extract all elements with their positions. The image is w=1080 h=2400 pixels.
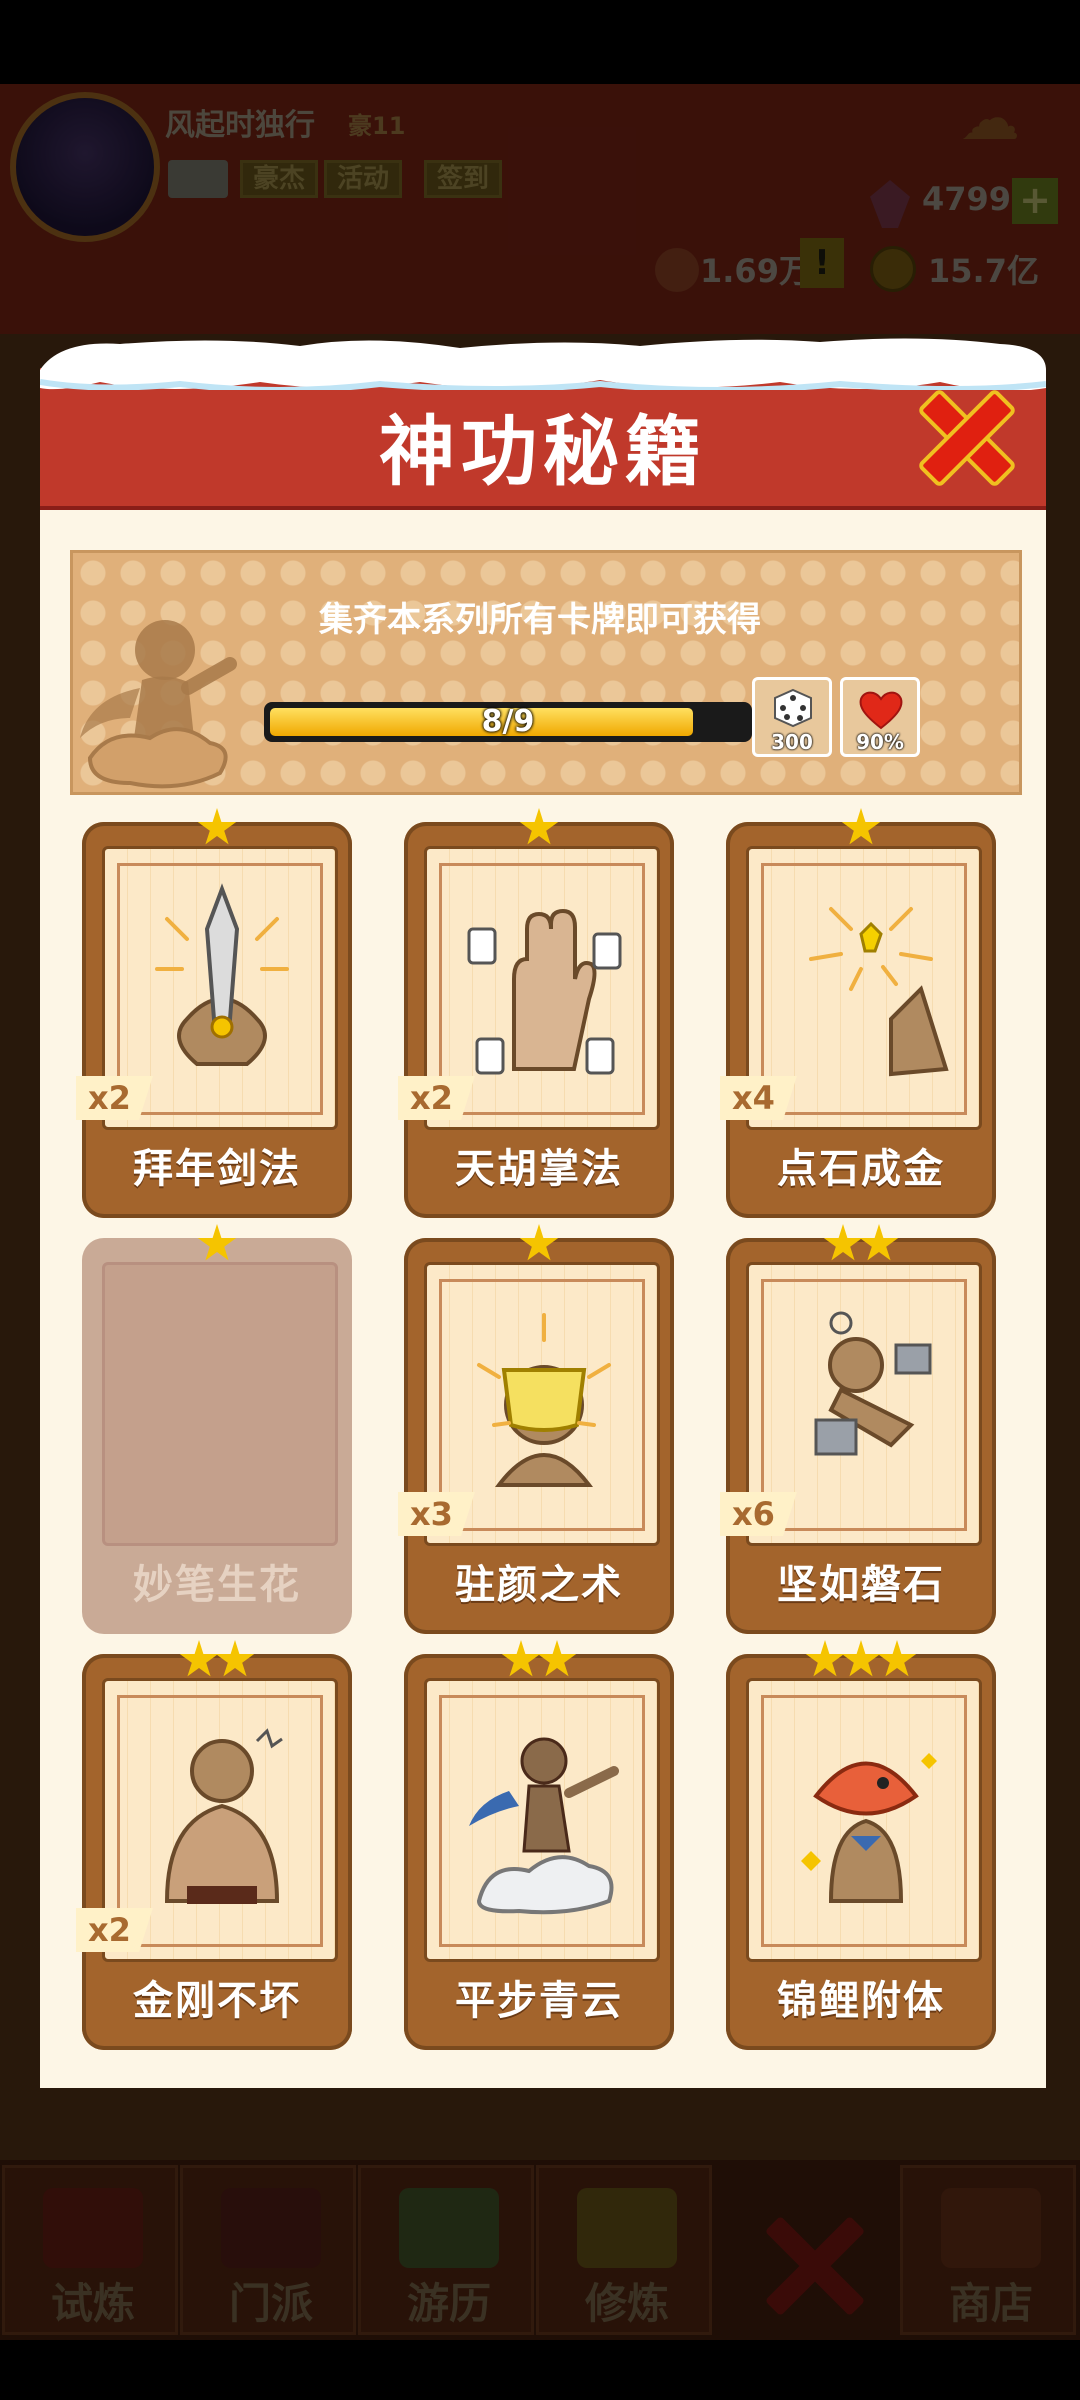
skill-card-1[interactable]: x2 拜年剑法 bbox=[76, 808, 352, 1218]
card-stars bbox=[82, 808, 352, 854]
close-button[interactable] bbox=[918, 388, 1008, 478]
palm-icon bbox=[467, 908, 622, 1075]
reward-value: 300 bbox=[771, 730, 813, 754]
star-icon bbox=[519, 808, 559, 845]
star-icon bbox=[537, 1640, 577, 1677]
muscle-icon bbox=[164, 1728, 283, 1904]
skill-card-4[interactable]: 妙笔生花 bbox=[82, 1224, 352, 1634]
sword-icon bbox=[155, 883, 289, 1066]
card-stars bbox=[726, 1224, 996, 1270]
card-name: 坚如磐石 bbox=[777, 1562, 945, 1608]
banner-figure-icon bbox=[80, 620, 237, 789]
collection-progress-bar: 8/9 bbox=[264, 702, 752, 742]
status-bar bbox=[0, 0, 1080, 84]
card-name: 妙笔生花 bbox=[133, 1562, 301, 1608]
skill-card-6[interactable]: x6 坚如磐石 bbox=[720, 1224, 996, 1634]
card-stars bbox=[404, 1640, 674, 1686]
star-icon bbox=[215, 1640, 255, 1677]
card-art-panel bbox=[424, 1678, 660, 1962]
modal-title: 神功秘籍 bbox=[379, 407, 707, 496]
card-name: 点石成金 bbox=[777, 1146, 945, 1192]
card-art-panel bbox=[102, 1262, 338, 1546]
gold-finger-icon bbox=[809, 907, 949, 1077]
mask-icon bbox=[477, 1313, 611, 1487]
star-icon bbox=[179, 1640, 219, 1677]
card-name: 金刚不坏 bbox=[133, 1978, 301, 2024]
card-name: 天胡掌法 bbox=[455, 1146, 623, 1192]
snow-decoration bbox=[40, 338, 1046, 390]
card-stars bbox=[726, 1640, 996, 1686]
card-art-panel bbox=[746, 1678, 982, 1962]
card-collection-modal: 神功秘籍 集齐本系列所有卡牌即可获得 8/9 300 90% x2 拜年剑法 x… bbox=[40, 330, 1046, 2088]
reward-value: 90% bbox=[856, 730, 904, 754]
card-stars bbox=[404, 808, 674, 854]
star-icon bbox=[841, 808, 881, 845]
koi-head-icon bbox=[801, 1753, 937, 1903]
card-name: 驻颜之术 bbox=[455, 1562, 623, 1608]
star-icon bbox=[841, 1640, 881, 1677]
star-icon bbox=[877, 1640, 917, 1677]
star-icon bbox=[823, 1224, 863, 1261]
banner-description: 集齐本系列所有卡牌即可获得 bbox=[319, 600, 761, 640]
reward-heart[interactable]: 90% bbox=[840, 677, 920, 757]
star-icon bbox=[519, 1224, 559, 1261]
card-stars bbox=[404, 1224, 674, 1270]
card-name: 平步青云 bbox=[455, 1978, 623, 2024]
star-icon bbox=[197, 1224, 237, 1261]
heart-icon bbox=[859, 691, 903, 730]
skill-card-5[interactable]: x3 驻颜之术 bbox=[398, 1224, 674, 1634]
skill-card-3[interactable]: x4 点石成金 bbox=[720, 808, 996, 1218]
skill-card-9[interactable]: 锦鲤附体 bbox=[726, 1640, 996, 2050]
star-icon bbox=[859, 1224, 899, 1261]
skill-card-7[interactable]: x2 金刚不坏 bbox=[76, 1640, 352, 2050]
skill-card-8[interactable]: 平步青云 bbox=[404, 1640, 674, 2050]
rock-body-icon bbox=[814, 1311, 932, 1456]
reward-dice[interactable]: 300 bbox=[752, 677, 832, 757]
card-name: 锦鲤附体 bbox=[777, 1978, 945, 2024]
card-name: 拜年剑法 bbox=[133, 1146, 301, 1192]
card-stars bbox=[82, 1224, 352, 1270]
cloud-rider-icon bbox=[469, 1737, 619, 1915]
progress-text: 8/9 bbox=[481, 704, 535, 739]
star-icon bbox=[805, 1640, 845, 1677]
card-stars bbox=[82, 1640, 352, 1686]
dice-icon bbox=[774, 688, 812, 728]
skill-card-2[interactable]: x2 天胡掌法 bbox=[398, 808, 674, 1218]
star-icon bbox=[197, 808, 237, 845]
card-stars bbox=[726, 808, 996, 854]
navigation-bar bbox=[0, 2340, 1080, 2400]
star-icon bbox=[501, 1640, 541, 1677]
